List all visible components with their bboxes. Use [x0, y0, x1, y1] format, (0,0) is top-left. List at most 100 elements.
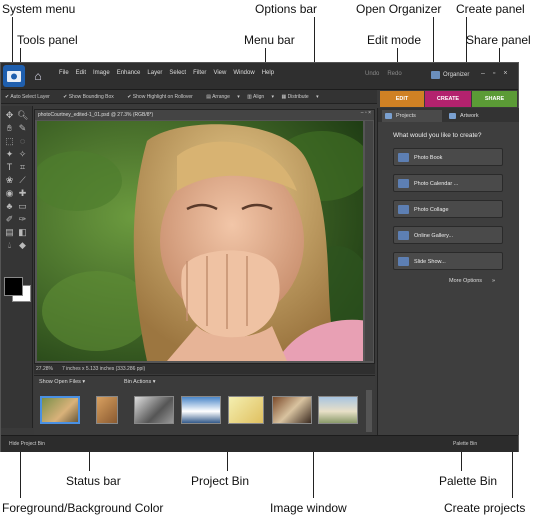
- menu-file[interactable]: File: [59, 70, 69, 76]
- arrange-dropdown[interactable]: ▤ Arrange ▾: [206, 94, 240, 100]
- minimize-icon[interactable]: –: [481, 70, 485, 77]
- home-icon[interactable]: ⌂: [30, 68, 46, 84]
- menu-edit[interactable]: Edit: [76, 70, 86, 76]
- bin-actions-dropdown[interactable]: Bin Actions ▾: [124, 376, 156, 388]
- tab-share[interactable]: SHARE: [472, 91, 517, 107]
- slide-show-icon: [398, 257, 409, 266]
- menu-image[interactable]: Image: [93, 70, 110, 76]
- show-open-files-dropdown[interactable]: Show Open Files ▾: [39, 376, 85, 388]
- bin-thumbnail[interactable]: [96, 396, 118, 424]
- highlight-checkbox[interactable]: ✔ Show Highlight on Rollover: [127, 94, 199, 100]
- cookie-cutter-tool-icon[interactable]: ❀: [4, 175, 15, 186]
- online-gallery-button[interactable]: Online Gallery...: [393, 226, 503, 244]
- photo-calendar-button[interactable]: Photo Calendar ...: [393, 174, 503, 192]
- bin-thumbnail[interactable]: [272, 396, 312, 424]
- photo-collage-button[interactable]: Photo Collage: [393, 200, 503, 218]
- bounding-box-checkbox[interactable]: ✔ Show Bounding Box: [63, 94, 120, 100]
- photo-canvas[interactable]: [37, 121, 363, 361]
- paint-bucket-icon[interactable]: ◧: [17, 227, 28, 238]
- redo-button[interactable]: Redo: [387, 71, 401, 77]
- lasso-tool-icon[interactable]: ◌: [17, 136, 28, 147]
- callout-fg-bg-color: Foreground/Background Color: [2, 501, 164, 515]
- menu-window[interactable]: Window: [233, 70, 254, 76]
- photo-image: [37, 121, 363, 361]
- bin-thumbnail[interactable]: [181, 396, 221, 424]
- foreground-background-color[interactable]: [4, 277, 31, 302]
- callout-tools-panel: Tools panel: [17, 33, 78, 47]
- eyedropper-tool-icon[interactable]: ✎: [17, 123, 28, 134]
- sponge-tool-icon[interactable]: ◆: [17, 240, 28, 251]
- palette-bin: Projects Artwork What would you like to …: [377, 108, 519, 435]
- mode-tabs: EDIT CREATE SHARE: [380, 91, 517, 107]
- healing-brush-icon[interactable]: ✚: [17, 188, 28, 199]
- tab-edit[interactable]: EDIT: [380, 91, 424, 107]
- photo-book-label: Photo Book: [414, 155, 443, 161]
- image-vertical-scrollbar[interactable]: [365, 121, 373, 361]
- bin-thumbnail[interactable]: [40, 396, 80, 424]
- magic-wand-tool-icon[interactable]: ✦: [4, 149, 15, 160]
- hand-tool-icon[interactable]: ✋︎: [4, 123, 15, 134]
- tab-artwork[interactable]: Artwork: [446, 110, 506, 122]
- leader-line: [12, 17, 13, 66]
- smart-brush-icon[interactable]: ✑: [17, 214, 28, 225]
- image-window-controls[interactable]: – ▫ ×: [361, 110, 371, 116]
- organizer-button[interactable]: Organizer: [431, 68, 471, 82]
- undo-button[interactable]: Undo: [365, 71, 379, 77]
- straighten-tool-icon[interactable]: ⟋: [17, 175, 28, 186]
- gradient-tool-icon[interactable]: ▤: [4, 227, 15, 238]
- tab-create[interactable]: CREATE: [425, 91, 471, 107]
- highlight-label: Show Highlight on Rollover: [132, 94, 193, 100]
- photo-collage-icon: [398, 205, 409, 214]
- tools-panel: ✥ 🔍︎ ✋︎ ✎ ⬚ ◌ ✦ ✧ T ⌗ ❀ ⟋ ◉ ✚ ♣ ▭ ✐ ✑ ▤ …: [1, 106, 33, 428]
- close-icon[interactable]: ×: [503, 70, 507, 77]
- online-gallery-icon: [398, 231, 409, 240]
- type-tool-icon[interactable]: T: [4, 162, 15, 173]
- system-menu-button[interactable]: [3, 65, 25, 87]
- bin-actions-label: Bin Actions: [124, 379, 152, 385]
- photo-collage-label: Photo Collage: [414, 207, 449, 213]
- align-dropdown[interactable]: ▥ Align ▾: [247, 94, 274, 100]
- callout-system-menu: System menu: [2, 2, 76, 16]
- tab-projects[interactable]: Projects: [382, 110, 442, 122]
- blur-tool-icon[interactable]: 💧︎: [4, 240, 15, 251]
- menu-layer[interactable]: Layer: [147, 70, 162, 76]
- auto-select-label: Auto Select Layer: [10, 94, 50, 100]
- slide-show-button[interactable]: Slide Show...: [393, 252, 503, 270]
- selection-brush-icon[interactable]: ✧: [17, 149, 28, 160]
- callout-project-bin: Project Bin: [191, 474, 250, 488]
- foreground-color-swatch[interactable]: [4, 277, 23, 296]
- bin-thumbnail[interactable]: [134, 396, 174, 424]
- auto-select-checkbox[interactable]: ✔ Auto Select Layer: [5, 94, 56, 100]
- window-controls: – ▫ ×: [481, 70, 515, 77]
- eraser-tool-icon[interactable]: ▭: [17, 201, 28, 212]
- project-bin-toolbar: Show Open Files ▾ Bin Actions ▾: [34, 376, 375, 388]
- zoom-tool-icon[interactable]: 🔍︎: [17, 110, 28, 121]
- distribute-dropdown[interactable]: ▦ Distribute ▾: [281, 94, 318, 100]
- move-tool-icon[interactable]: ✥: [4, 110, 15, 121]
- callout-open-organizer: Open Organizer: [356, 2, 442, 16]
- callout-palette-bin: Palette Bin: [439, 474, 498, 488]
- document-dimensions: 7 inches x 5.133 inches (333.286 ppi): [62, 366, 146, 372]
- crop-tool-icon[interactable]: ⌗: [17, 162, 28, 173]
- hide-project-bin-button[interactable]: Hide Project Bin: [9, 436, 45, 452]
- bin-thumbnail[interactable]: [228, 396, 264, 424]
- maximize-icon[interactable]: ▫: [493, 70, 495, 77]
- zoom-level[interactable]: 27.28%: [36, 364, 53, 374]
- menu-filter[interactable]: Filter: [193, 70, 206, 76]
- bin-thumbnail[interactable]: [318, 396, 358, 424]
- bin-scrollbar[interactable]: [366, 390, 372, 432]
- photoshop-logo-icon: [7, 71, 21, 82]
- menu-enhance[interactable]: Enhance: [117, 70, 141, 76]
- palette-bin-button[interactable]: Palette Bin: [453, 436, 477, 452]
- image-window: photoCourtney_edited-1_01.psd @ 27.3% (R…: [34, 109, 375, 364]
- more-options-button[interactable]: More Options »: [449, 278, 495, 284]
- red-eye-tool-icon[interactable]: ◉: [4, 188, 15, 199]
- menu-view[interactable]: View: [213, 70, 226, 76]
- callout-create-projects: Create projects: [444, 501, 526, 515]
- brush-tool-icon[interactable]: ✐: [4, 214, 15, 225]
- marquee-tool-icon[interactable]: ⬚: [4, 136, 15, 147]
- clone-stamp-icon[interactable]: ♣: [4, 201, 15, 212]
- menu-help[interactable]: Help: [262, 70, 274, 76]
- photo-book-button[interactable]: Photo Book: [393, 148, 503, 166]
- menu-select[interactable]: Select: [169, 70, 186, 76]
